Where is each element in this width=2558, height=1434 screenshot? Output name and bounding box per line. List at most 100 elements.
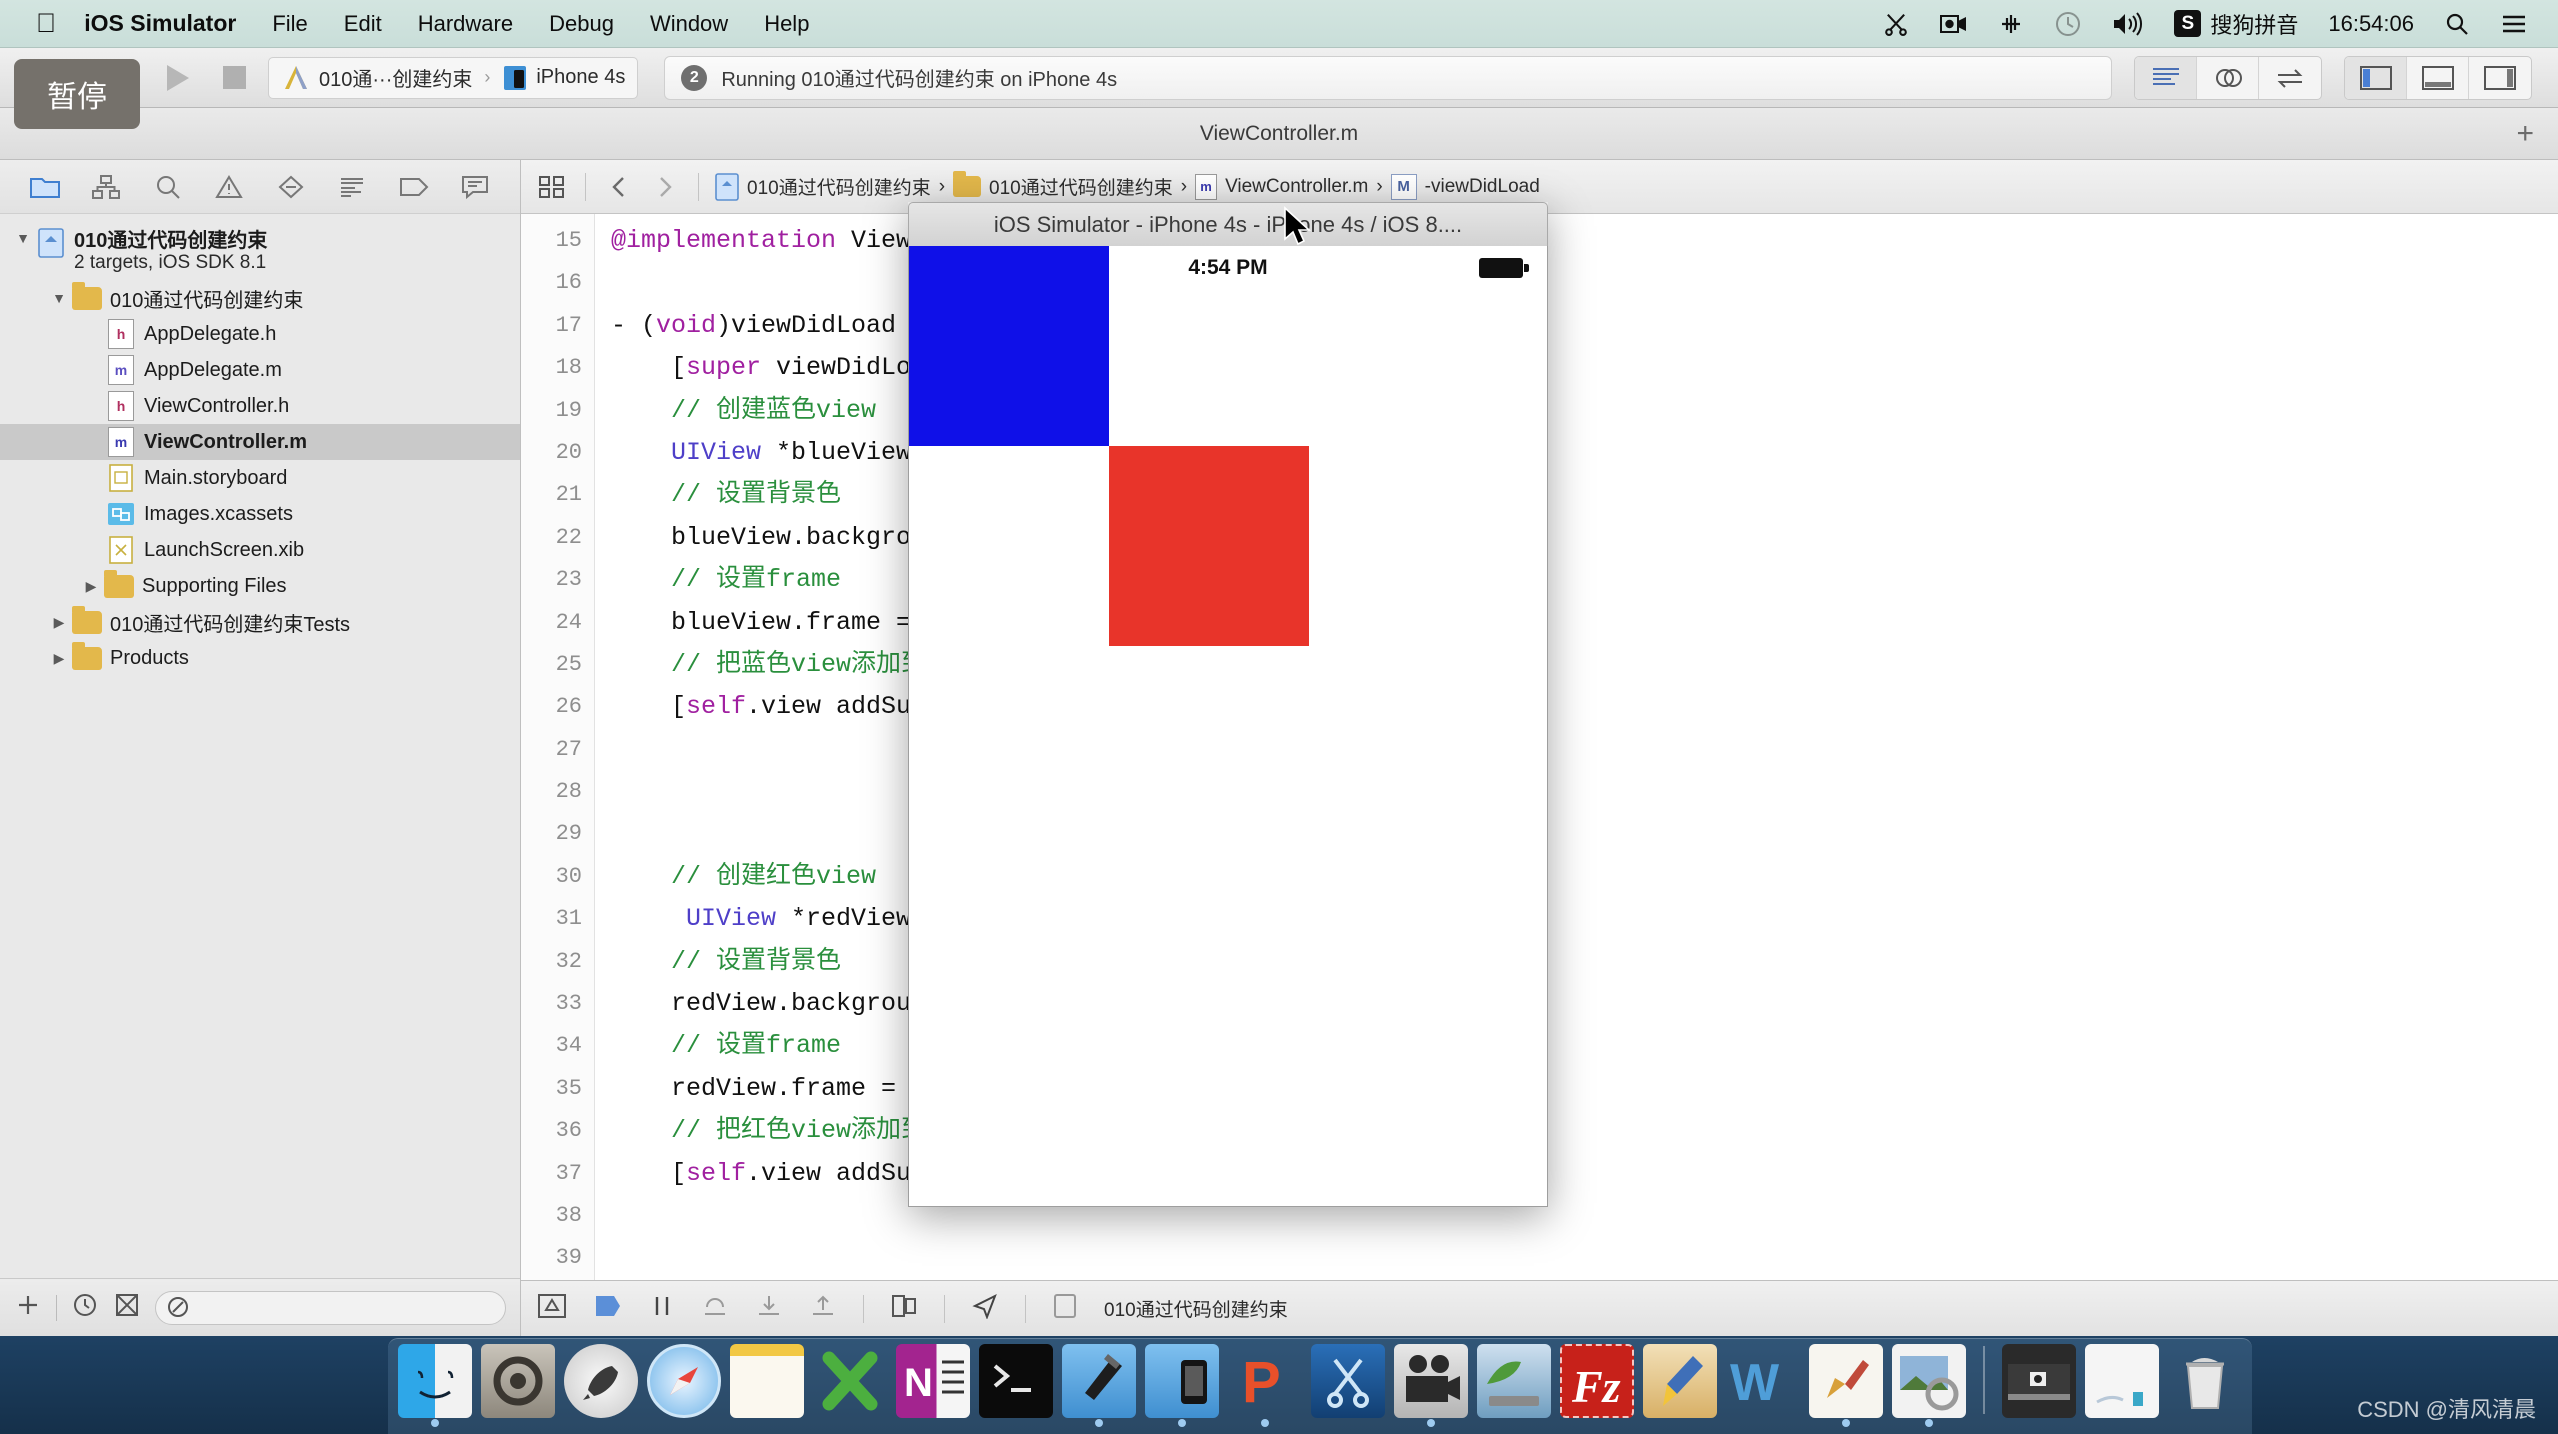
audio-mix-icon[interactable] xyxy=(1998,11,2024,37)
apple-logo-icon[interactable]:  xyxy=(36,10,56,37)
code-line[interactable]: // 创建红色view xyxy=(611,856,2558,898)
debug-navigator-icon[interactable] xyxy=(330,167,374,207)
dock-stack-downloads[interactable] xyxy=(2002,1344,2076,1418)
dock-item-trash[interactable] xyxy=(2168,1344,2242,1418)
dock-item-snipaste[interactable] xyxy=(1311,1344,1385,1418)
stop-button[interactable] xyxy=(206,56,262,100)
code-line[interactable]: blueView.backgroundColor = [UIColor blue… xyxy=(611,517,2558,559)
code-line[interactable] xyxy=(611,729,2558,771)
menu-app-name[interactable]: iOS Simulator xyxy=(84,10,236,37)
code-line[interactable]: // 设置frame xyxy=(611,1025,2558,1067)
clock-filter-icon[interactable] xyxy=(71,1291,99,1324)
disclosure-triangle-icon[interactable]: ▼ xyxy=(10,230,36,246)
related-files-icon[interactable] xyxy=(531,167,573,207)
menu-item-help[interactable]: Help xyxy=(764,11,809,37)
chevron-right-icon[interactable] xyxy=(644,167,686,207)
toggle-utilities-icon[interactable] xyxy=(2469,57,2531,99)
code-line[interactable] xyxy=(611,771,2558,813)
breadcrumb-project[interactable]: 010通过代码创建约束 xyxy=(711,173,935,201)
code-line[interactable]: - (void)viewDidLoad { xyxy=(611,305,2558,347)
screen-record-icon[interactable] xyxy=(1940,12,1968,36)
breadcrumb-file[interactable]: m ViewController.m xyxy=(1191,174,1372,200)
code-line[interactable]: @implementation ViewController xyxy=(611,220,2558,262)
breakpoint-navigator-icon[interactable] xyxy=(392,167,436,207)
menu-item-file[interactable]: File xyxy=(272,11,307,37)
stack-frame-icon[interactable] xyxy=(1052,1292,1078,1326)
spotlight-search-icon[interactable] xyxy=(2444,11,2470,37)
disclosure-triangle-icon[interactable]: ▼ xyxy=(46,290,72,306)
dock-item-notes[interactable] xyxy=(730,1344,804,1418)
assistant-editor-icon[interactable] xyxy=(2197,57,2259,99)
dock-item-quicktime-player[interactable] xyxy=(1394,1344,1468,1418)
code-line[interactable]: // 设置背景色 xyxy=(611,941,2558,983)
simulator-title-bar[interactable]: iOS Simulator - iPhone 4s - iPhone 4s / … xyxy=(908,202,1548,246)
menu-item-debug[interactable]: Debug xyxy=(549,11,614,37)
dock-item-microsoft-powerpoint[interactable]: P xyxy=(1228,1344,1302,1418)
toggle-navigator-icon[interactable] xyxy=(2345,57,2407,99)
code-line[interactable]: redView.backgroundColor = [UIColor redCo… xyxy=(611,983,2558,1025)
view-toggle-segment[interactable] xyxy=(2344,56,2532,100)
symbol-navigator-icon[interactable] xyxy=(84,167,128,207)
code-line[interactable]: UIView *blueView = [[UIView alloc] init]… xyxy=(611,432,2558,474)
tree-row-viewcontroller-m[interactable]: m ViewController.m xyxy=(0,424,520,460)
dock-item-launchpad[interactable] xyxy=(564,1344,638,1418)
location-simulate-icon[interactable] xyxy=(971,1293,999,1325)
editor-mode-segment[interactable] xyxy=(2134,56,2322,100)
input-method-indicator[interactable]: S 搜狗拼音 xyxy=(2174,8,2298,40)
code-line[interactable]: blueView.frame = CGRectMake(0, 0, 100, 1… xyxy=(611,602,2558,644)
tree-row-supporting-files[interactable]: ▶ Supporting Files xyxy=(0,568,520,604)
version-editor-icon[interactable] xyxy=(2259,57,2321,99)
menu-item-edit[interactable]: Edit xyxy=(344,11,382,37)
dock-item-microsoft-word[interactable]: W xyxy=(1726,1344,1800,1418)
code-line[interactable]: // 创建蓝色view xyxy=(611,390,2558,432)
code-line[interactable]: [super viewDidLoad]; xyxy=(611,347,2558,389)
step-into-icon[interactable] xyxy=(755,1293,783,1325)
menubar-clock[interactable]: 16:54:06 xyxy=(2328,11,2414,37)
code-line[interactable]: UIView *redView = [[UIView alloc] init]; xyxy=(611,898,2558,940)
code-line[interactable]: [self.view addSubview:redView]; xyxy=(611,1153,2558,1195)
dock-item-microsoft-excel[interactable] xyxy=(813,1344,887,1418)
code-line[interactable]: // 设置frame xyxy=(611,559,2558,601)
scheme-selector[interactable]: 010通···创建约束 › iPhone 4s xyxy=(268,57,638,99)
dock-item-system-preferences[interactable] xyxy=(481,1344,555,1418)
test-navigator-icon[interactable] xyxy=(269,167,313,207)
source-control-filter-icon[interactable] xyxy=(113,1291,141,1324)
activity-status-view[interactable]: 2 Running 010通过代码创建约束 on iPhone 4s xyxy=(664,56,2112,100)
simulator-screen[interactable]: Carrier 4:54 PM xyxy=(908,246,1548,1207)
plus-icon[interactable]: + xyxy=(2516,117,2534,151)
step-out-icon[interactable] xyxy=(809,1293,837,1325)
report-navigator-icon[interactable] xyxy=(453,167,497,207)
code-line[interactable] xyxy=(611,1195,2558,1237)
toggle-debug-area-icon[interactable] xyxy=(2407,57,2469,99)
menu-item-hardware[interactable]: Hardware xyxy=(418,11,513,37)
tree-row-main-storyboard[interactable]: Main.storyboard xyxy=(0,460,520,496)
dock-item-microsoft-onenote[interactable]: N xyxy=(896,1344,970,1418)
time-machine-icon[interactable] xyxy=(2054,10,2082,38)
breadcrumb-method[interactable]: M -viewDidLoad xyxy=(1387,174,1544,200)
notification-center-icon[interactable] xyxy=(2500,12,2528,36)
breadcrumb-group[interactable]: 010通过代码创建约束 xyxy=(949,173,1177,200)
dock-item-terminal[interactable] xyxy=(979,1344,1053,1418)
chevron-left-icon[interactable] xyxy=(598,167,640,207)
pause-icon[interactable] xyxy=(649,1293,675,1325)
dock-stack-documents[interactable] xyxy=(2085,1344,2159,1418)
standard-editor-icon[interactable] xyxy=(2135,57,2197,99)
tree-row-images-xcassets[interactable]: Images.xcassets xyxy=(0,496,520,532)
code-line[interactable]: redView.frame = CGRectMake(100, 100, 100… xyxy=(611,1068,2558,1110)
tree-row-viewcontroller-h[interactable]: h ViewController.h xyxy=(0,388,520,424)
tree-row-appdelegate-m[interactable]: m AppDelegate.m xyxy=(0,352,520,388)
tree-row-group[interactable]: ▼ 010通过代码创建约束 xyxy=(0,280,520,316)
issue-navigator-icon[interactable] xyxy=(207,167,251,207)
dock-item-filezilla[interactable]: Fz xyxy=(1560,1344,1634,1418)
disclosure-triangle-icon[interactable]: ▶ xyxy=(78,578,104,595)
tree-row-launchscreen-xib[interactable]: LaunchScreen.xib xyxy=(0,532,520,568)
find-navigator-icon[interactable] xyxy=(146,167,190,207)
volume-icon[interactable] xyxy=(2112,11,2144,37)
dock-item-texteditor[interactable] xyxy=(1809,1344,1883,1418)
ios-simulator-window[interactable]: iOS Simulator - iPhone 4s - iPhone 4s / … xyxy=(908,202,1548,1207)
dock-item-safari[interactable] xyxy=(647,1344,721,1418)
dock-item-paintbrush[interactable] xyxy=(1643,1344,1717,1418)
view-debug-icon[interactable] xyxy=(890,1293,918,1325)
code-content[interactable]: @implementation ViewController - (void)vi… xyxy=(595,214,2558,1280)
continue-flag-icon[interactable] xyxy=(593,1293,623,1325)
